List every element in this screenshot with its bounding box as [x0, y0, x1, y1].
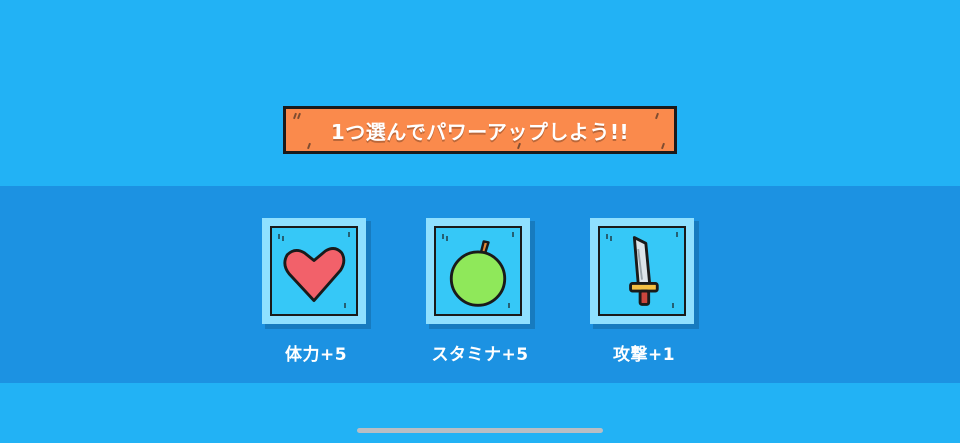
- banner-scratch: [661, 142, 665, 150]
- game-screen: 1つ選んでパワーアップしよう!! 体力+5 スタミナ+5 攻撃+1: [0, 0, 960, 443]
- powerup-card-attack[interactable]: [590, 218, 699, 329]
- banner-scratch: [307, 142, 311, 150]
- powerup-card-health[interactable]: [262, 218, 371, 329]
- banner-scratch: [655, 112, 659, 120]
- card-inner: [598, 226, 686, 316]
- instruction-text: 1つ選んでパワーアップしよう!!: [330, 119, 630, 144]
- powerup-label-stamina: スタミナ+5: [431, 345, 529, 365]
- home-indicator[interactable]: [357, 428, 603, 433]
- powerup-label-health: 体力+5: [284, 345, 348, 365]
- instruction-banner: 1つ選んでパワーアップしよう!!: [283, 106, 677, 154]
- heart-icon: [283, 247, 346, 303]
- powerup-label-attack: 攻撃+1: [612, 345, 676, 365]
- card-inner: [434, 226, 522, 316]
- sword-icon: [629, 236, 659, 306]
- apple-icon: [449, 240, 507, 307]
- banner-scratch: [517, 142, 521, 150]
- banner-scratch: [297, 112, 301, 120]
- card-inner: [270, 226, 358, 316]
- powerup-card-stamina[interactable]: [426, 218, 535, 329]
